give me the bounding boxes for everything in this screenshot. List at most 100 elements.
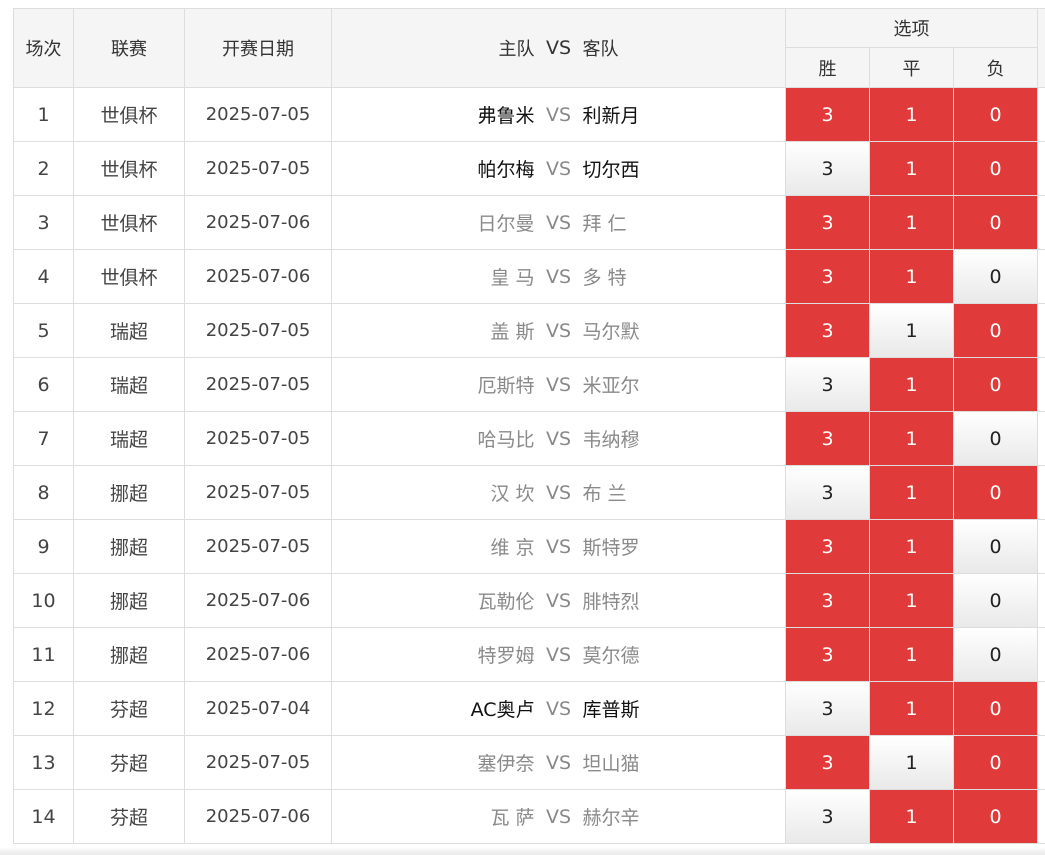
round-cell: 4 <box>13 249 74 304</box>
away-team: 腓特烈 <box>582 591 640 613</box>
option-win-button[interactable]: 3 <box>786 196 869 249</box>
vs-label: VS <box>545 265 572 288</box>
option-draw-button[interactable]: 1 <box>870 88 953 141</box>
option-win-button[interactable]: 3 <box>786 790 869 843</box>
vs-label: VS <box>545 589 572 612</box>
opt-win-cell: 3 <box>785 249 870 304</box>
league-cell: 瑞超 <box>73 411 185 466</box>
header-opt-loss: 负 <box>952 47 1039 88</box>
option-loss-button[interactable]: 0 <box>954 736 1037 789</box>
option-win-button[interactable]: 3 <box>786 304 869 357</box>
away-team: 多 特 <box>582 267 627 289</box>
bottom-shade <box>0 847 1045 855</box>
header-away: 客队 <box>582 39 619 60</box>
vs-label: VS <box>545 211 572 234</box>
round-cell: 14 <box>13 789 74 844</box>
option-draw-button[interactable]: 1 <box>870 736 953 789</box>
option-draw-button[interactable]: 1 <box>870 412 953 465</box>
option-loss-button[interactable]: 0 <box>954 142 1037 195</box>
option-loss-button[interactable]: 0 <box>954 196 1037 249</box>
date-cell: 2025-07-05 <box>184 357 332 412</box>
option-loss-button[interactable]: 0 <box>954 466 1037 519</box>
opt-draw-cell: 1 <box>869 681 954 736</box>
table-row: 6 瑞超 2025-07-05 厄斯特 VS 米亚尔 3 1 0 <box>13 357 1045 412</box>
option-draw-button[interactable]: 1 <box>870 358 953 411</box>
extra-cell <box>1037 573 1045 628</box>
vs-label: VS <box>545 535 572 558</box>
match-table: 场次 联赛 开赛日期 主队 VS 客队 选项 胜 平 负 1 世俱杯 2025-… <box>13 8 1045 844</box>
date-cell: 2025-07-05 <box>184 735 332 790</box>
option-draw-button[interactable]: 1 <box>870 304 953 357</box>
option-loss-button[interactable]: 0 <box>954 628 1037 681</box>
option-win-button[interactable]: 3 <box>786 358 869 411</box>
option-win-button[interactable]: 3 <box>786 520 869 573</box>
option-loss-button[interactable]: 0 <box>954 358 1037 411</box>
option-draw-button[interactable]: 1 <box>870 142 953 195</box>
vs-label: VS <box>545 805 572 828</box>
extra-cell <box>1037 87 1045 142</box>
option-loss-button[interactable]: 0 <box>954 250 1037 303</box>
option-win-button[interactable]: 3 <box>786 736 869 789</box>
opt-draw-cell: 1 <box>869 573 954 628</box>
teams-cell: 瓦勒伦 VS 腓特烈 <box>331 573 786 628</box>
opt-draw-cell: 1 <box>869 303 954 358</box>
option-loss-button[interactable]: 0 <box>954 520 1037 573</box>
option-draw-button[interactable]: 1 <box>870 628 953 681</box>
option-win-button[interactable]: 3 <box>786 682 869 735</box>
header-date: 开赛日期 <box>184 8 332 88</box>
extra-cell <box>1037 303 1045 358</box>
option-loss-button[interactable]: 0 <box>954 574 1037 627</box>
home-team: 盖 斯 <box>490 321 535 343</box>
teams-cell: 塞伊奈 VS 坦山猫 <box>331 735 786 790</box>
option-draw-button[interactable]: 1 <box>870 466 953 519</box>
opt-draw-cell: 1 <box>869 789 954 844</box>
round-cell: 6 <box>13 357 74 412</box>
opt-loss-cell: 0 <box>952 87 1039 142</box>
date-cell: 2025-07-06 <box>184 789 332 844</box>
option-draw-button[interactable]: 1 <box>870 250 953 303</box>
vs-label: VS <box>545 157 572 180</box>
league-cell: 世俱杯 <box>73 87 185 142</box>
teams-cell: 帕尔梅 VS 切尔西 <box>331 141 786 196</box>
home-team: 帕尔梅 <box>477 159 535 181</box>
option-loss-button[interactable]: 0 <box>954 790 1037 843</box>
table-row: 1 世俱杯 2025-07-05 弗鲁米 VS 利新月 3 1 0 <box>13 87 1045 142</box>
extra-cell <box>1037 627 1045 682</box>
home-team: 厄斯特 <box>477 375 535 397</box>
option-draw-button[interactable]: 1 <box>870 682 953 735</box>
option-draw-button[interactable]: 1 <box>870 196 953 249</box>
opt-win-cell: 3 <box>785 681 870 736</box>
option-win-button[interactable]: 3 <box>786 574 869 627</box>
table-row: 14 芬超 2025-07-06 瓦 萨 VS 赫尔辛 3 1 0 <box>13 789 1045 844</box>
teams-cell: 哈马比 VS 韦纳穆 <box>331 411 786 466</box>
home-team: 维 京 <box>490 537 535 559</box>
option-loss-button[interactable]: 0 <box>954 682 1037 735</box>
opt-draw-cell: 1 <box>869 249 954 304</box>
table-row: 2 世俱杯 2025-07-05 帕尔梅 VS 切尔西 3 1 0 <box>13 141 1045 196</box>
opt-win-cell: 3 <box>785 303 870 358</box>
vs-label: VS <box>545 103 572 126</box>
option-draw-button[interactable]: 1 <box>870 574 953 627</box>
option-win-button[interactable]: 3 <box>786 88 869 141</box>
option-win-button[interactable]: 3 <box>786 412 869 465</box>
opt-draw-cell: 1 <box>869 627 954 682</box>
option-loss-button[interactable]: 0 <box>954 304 1037 357</box>
option-loss-button[interactable]: 0 <box>954 412 1037 465</box>
home-team: 特罗姆 <box>477 645 535 667</box>
opt-win-cell: 3 <box>785 357 870 412</box>
date-cell: 2025-07-06 <box>184 195 332 250</box>
option-draw-button[interactable]: 1 <box>870 520 953 573</box>
teams-cell: 盖 斯 VS 马尔默 <box>331 303 786 358</box>
option-win-button[interactable]: 3 <box>786 466 869 519</box>
away-team: 坦山猫 <box>582 753 640 775</box>
league-cell: 挪超 <box>73 465 185 520</box>
league-cell: 挪超 <box>73 573 185 628</box>
option-draw-button[interactable]: 1 <box>870 790 953 843</box>
option-win-button[interactable]: 3 <box>786 628 869 681</box>
option-win-button[interactable]: 3 <box>786 250 869 303</box>
opt-draw-cell: 1 <box>869 195 954 250</box>
round-cell: 1 <box>13 87 74 142</box>
league-cell: 挪超 <box>73 627 185 682</box>
option-win-button[interactable]: 3 <box>786 142 869 195</box>
option-loss-button[interactable]: 0 <box>954 88 1037 141</box>
